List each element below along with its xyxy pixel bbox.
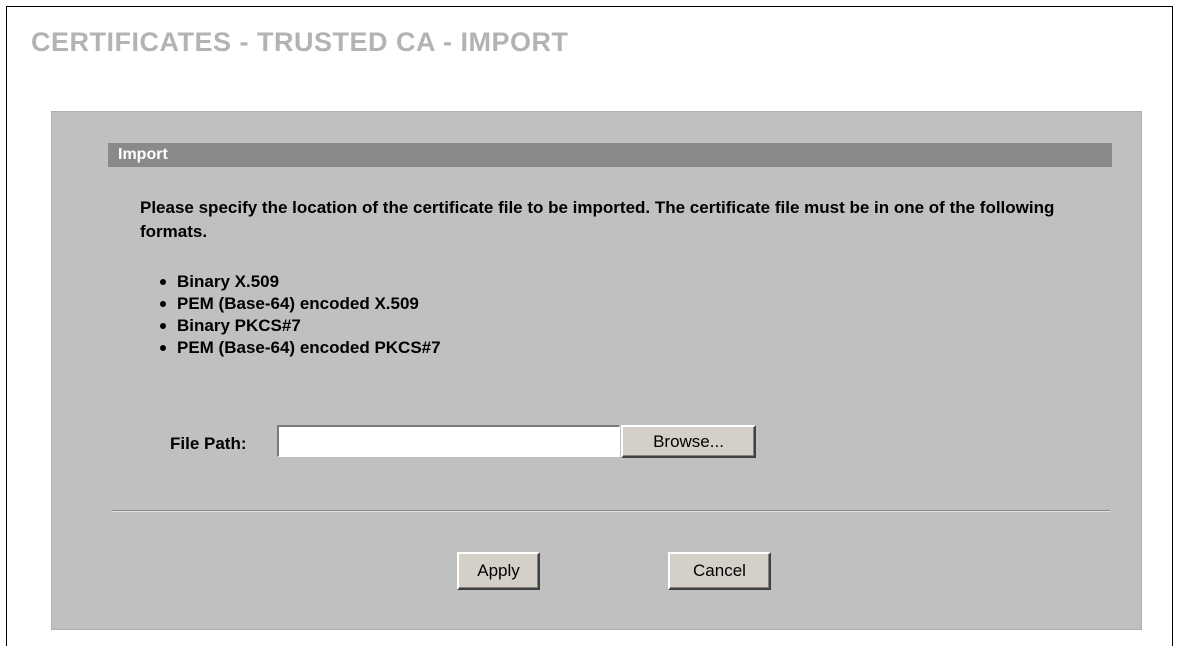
list-item: PEM (Base-64) encoded PKCS#7	[160, 337, 441, 359]
list-item: Binary PKCS#7	[160, 315, 441, 337]
file-path-input[interactable]	[277, 425, 620, 457]
format-label: Binary PKCS#7	[177, 316, 301, 335]
section-header: Import	[108, 143, 1112, 167]
format-label: Binary X.509	[177, 272, 280, 291]
format-list: Binary X.509 PEM (Base-64) encoded X.509…	[160, 271, 441, 359]
format-label: PEM (Base-64) encoded PKCS#7	[177, 338, 441, 357]
bullet-icon	[160, 279, 166, 285]
format-label: PEM (Base-64) encoded X.509	[177, 294, 419, 313]
instructions-text: Please specify the location of the certi…	[140, 198, 1055, 241]
page-frame: CERTIFICATES - TRUSTED CA - IMPORT Impor…	[6, 6, 1173, 646]
page-title: CERTIFICATES - TRUSTED CA - IMPORT	[31, 27, 569, 57]
divider	[112, 510, 1110, 512]
list-item: PEM (Base-64) encoded X.509	[160, 293, 441, 315]
cancel-button[interactable]: Cancel	[668, 552, 771, 590]
apply-button[interactable]: Apply	[457, 552, 540, 590]
file-path-label: File Path:	[170, 434, 247, 453]
bullet-icon	[160, 301, 166, 307]
bullet-icon	[160, 345, 166, 351]
import-panel: Import Please specify the location of th…	[51, 111, 1142, 630]
list-item: Binary X.509	[160, 271, 441, 293]
bullet-icon	[160, 323, 166, 329]
browse-button[interactable]: Browse...	[621, 425, 756, 458]
